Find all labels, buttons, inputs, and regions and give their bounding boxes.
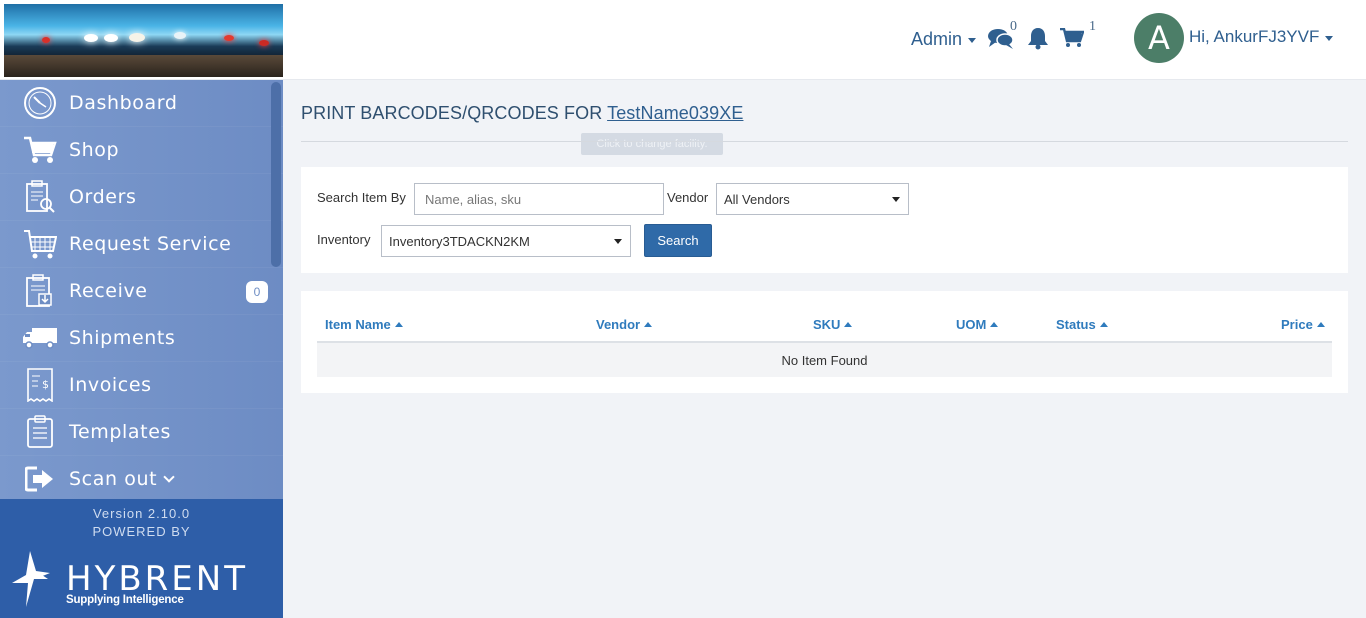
- column-header-label: Item Name: [325, 317, 391, 332]
- sidebar-footer: Version 2.10.0 POWERED BY HYBRENT Supply…: [0, 499, 283, 618]
- notifications-button[interactable]: [1027, 26, 1049, 55]
- sidebar-item-label: Templates: [69, 421, 171, 443]
- sort-asc-icon: [394, 322, 403, 327]
- sidebar-item-shop[interactable]: Shop: [0, 127, 283, 174]
- sidebar-item-templates[interactable]: Templates: [0, 409, 283, 456]
- column-header-label: UOM: [956, 317, 987, 332]
- receive-icon: [22, 273, 58, 309]
- user-greeting: Hi, AnkurFJ3YVF: [1189, 27, 1320, 46]
- bell-icon: [1028, 28, 1048, 50]
- sort-asc-icon: [844, 322, 853, 327]
- top-header: Admin 0 1 A Hi, AnkurFJ3YVF: [0, 0, 1366, 80]
- shopping-cart-icon: [1060, 27, 1085, 47]
- brand-banner-image[interactable]: [4, 4, 283, 77]
- chevron-down-icon: [163, 470, 175, 483]
- sidebar-item-request-service[interactable]: Request Service: [0, 221, 283, 268]
- vendor-label: Vendor: [667, 190, 709, 205]
- banner-light: [42, 37, 50, 43]
- facility-tooltip: Click to change facility.: [581, 133, 723, 155]
- sidebar-item-label: Scan out: [69, 468, 158, 490]
- vendor-select[interactable]: All Vendors: [716, 183, 909, 215]
- banner-light: [84, 34, 98, 42]
- page-title-text: PRINT BARCODES/QRCODES FOR: [301, 103, 603, 123]
- templates-icon: [22, 414, 58, 450]
- banner-light: [224, 35, 234, 41]
- caret-down-icon: [614, 239, 622, 244]
- caret-down-icon: [968, 38, 977, 43]
- column-header-sku[interactable]: SKU: [813, 317, 853, 332]
- cart-icon: [22, 132, 58, 168]
- column-header-item-name[interactable]: Item Name: [325, 317, 403, 332]
- caret-down-icon: [1325, 35, 1334, 41]
- search-button[interactable]: Search: [644, 224, 712, 257]
- title-divider: [301, 141, 1348, 142]
- messages-count: 0: [1010, 19, 1017, 34]
- sidebar-item-scan-out[interactable]: Scan out: [0, 456, 283, 499]
- orders-icon: [22, 179, 58, 215]
- sidebar-item-receive[interactable]: Receive 0: [0, 268, 283, 315]
- sidebar-item-label: Dashboard: [69, 92, 178, 114]
- cart-button[interactable]: [1060, 27, 1085, 53]
- user-menu[interactable]: Hi, AnkurFJ3YVF: [1189, 27, 1334, 47]
- invoice-icon: $: [22, 367, 58, 403]
- sidebar-item-orders[interactable]: Orders: [0, 174, 283, 221]
- sidebar-item-label: Shipments: [69, 327, 176, 349]
- svg-text:$: $: [42, 378, 49, 391]
- banner-light: [259, 40, 269, 46]
- sidebar-scrollbar[interactable]: [271, 82, 281, 267]
- brand-tagline: Supplying Intelligence: [66, 594, 184, 606]
- sidebar-item-dashboard[interactable]: Dashboard: [0, 80, 283, 127]
- column-header-label: SKU: [813, 317, 841, 332]
- receive-count-badge: 0: [246, 281, 268, 303]
- cart-count: 1: [1089, 19, 1096, 34]
- items-table: Item Name Vendor SKU UOM Status Price No…: [301, 291, 1348, 393]
- banner-light: [104, 34, 118, 42]
- sort-asc-icon: [1099, 322, 1108, 327]
- page-title: PRINT BARCODES/QRCODES FOR TestName039XE: [301, 103, 743, 124]
- sidebar-item-invoices[interactable]: $ Invoices: [0, 362, 283, 409]
- inventory-select[interactable]: Inventory3TDACKN2KM: [381, 225, 631, 257]
- avatar[interactable]: A: [1134, 13, 1184, 63]
- sort-asc-icon: [644, 322, 653, 327]
- vendor-select-value: All Vendors: [724, 191, 790, 207]
- admin-menu[interactable]: Admin: [911, 29, 977, 50]
- banner-road: [4, 55, 283, 77]
- hybrent-logo: HYBRENT Supplying Intelligence: [10, 549, 260, 611]
- sidebar-item-label: Orders: [69, 186, 137, 208]
- column-header-price[interactable]: Price: [1281, 317, 1325, 332]
- facility-link[interactable]: TestName039XE: [607, 103, 743, 123]
- sidebar-item-label: Receive: [69, 280, 148, 302]
- banner-light: [174, 32, 186, 39]
- search-panel: Search Item By Name, alias, sku Vendor A…: [301, 167, 1348, 273]
- sidebar-item-label: Request Service: [69, 233, 232, 255]
- powered-by-label: POWERED BY: [92, 524, 191, 539]
- search-by-label: Search Item By: [317, 190, 406, 205]
- sort-asc-icon: [1316, 322, 1325, 327]
- column-header-vendor[interactable]: Vendor: [596, 317, 653, 332]
- column-header-label: Vendor: [596, 317, 641, 332]
- admin-menu-label: Admin: [911, 29, 963, 49]
- app-version: Version 2.10.0: [92, 506, 191, 521]
- hybrent-bird-icon: [12, 551, 50, 607]
- sidebar-item-label: Invoices: [69, 374, 152, 396]
- column-header-uom[interactable]: UOM: [956, 317, 999, 332]
- inventory-label: Inventory: [317, 232, 371, 247]
- sidebar: Dashboard Shop Orders Request Service Re…: [0, 80, 283, 499]
- caret-down-icon: [892, 197, 900, 202]
- scan-out-icon: [22, 461, 58, 497]
- column-header-status[interactable]: Status: [1056, 317, 1108, 332]
- sidebar-item-label: Shop: [69, 139, 120, 161]
- brand-name: HYBRENT: [66, 559, 248, 599]
- request-service-icon: [22, 226, 58, 262]
- inventory-select-value: Inventory3TDACKN2KM: [389, 233, 530, 249]
- column-header-label: Status: [1056, 317, 1096, 332]
- sidebar-item-shipments[interactable]: Shipments: [0, 315, 283, 362]
- search-input[interactable]: Name, alias, sku: [414, 183, 664, 215]
- dashboard-icon: [22, 85, 58, 121]
- column-header-label: Price: [1281, 317, 1313, 332]
- table-empty-row: No Item Found: [317, 343, 1332, 377]
- truck-icon: [22, 320, 58, 356]
- banner-light: [129, 33, 145, 42]
- sort-asc-icon: [990, 322, 999, 327]
